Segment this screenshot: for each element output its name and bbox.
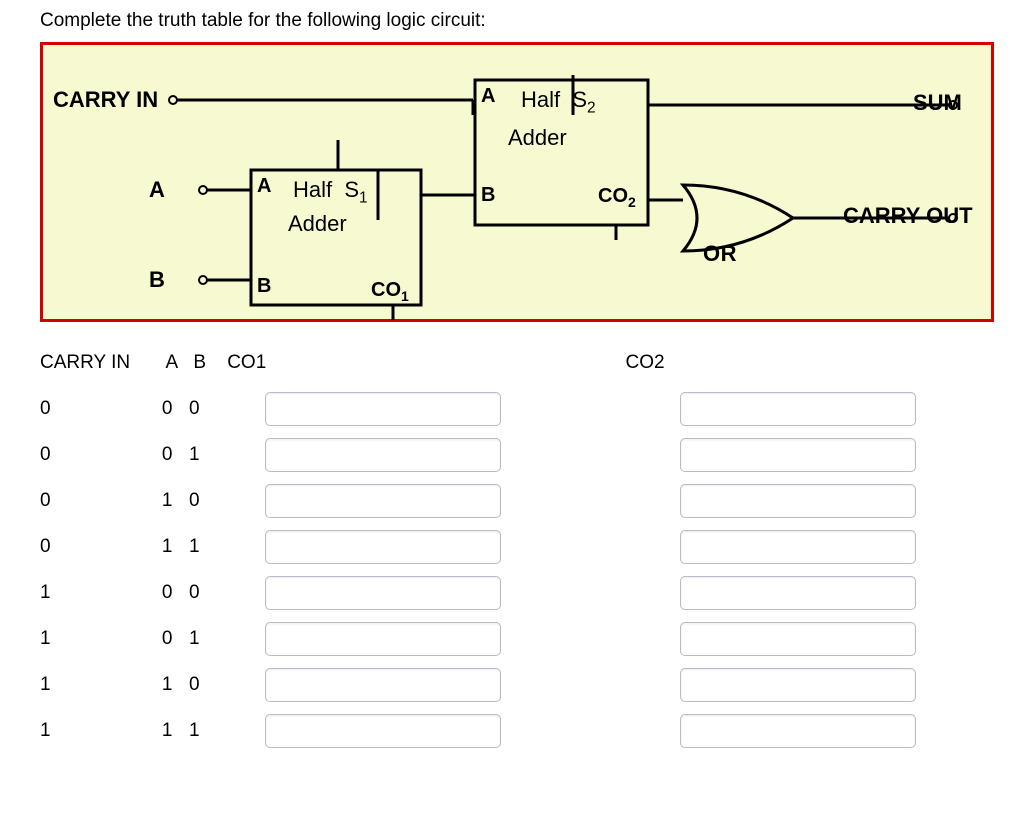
hdr-b: B [193, 352, 227, 374]
table-row: 1 0 0 [40, 570, 984, 616]
co2-input[interactable] [680, 530, 916, 564]
hdr-a: A [165, 352, 193, 374]
co1-input[interactable] [265, 622, 501, 656]
cell-cin: 0 [40, 536, 162, 558]
hdr-co2: CO2 [626, 352, 686, 374]
co2-input[interactable] [680, 714, 916, 748]
cell-cin: 0 [40, 444, 162, 466]
co1-input[interactable] [265, 530, 501, 564]
cell-b: 1 [189, 536, 222, 558]
cell-b: 1 [189, 444, 222, 466]
cell-a: 1 [162, 720, 189, 742]
co2-input[interactable] [680, 438, 916, 472]
co1-input[interactable] [265, 576, 501, 610]
cell-cin: 0 [40, 398, 162, 420]
cell-a: 0 [162, 582, 189, 604]
cell-b: 0 [189, 490, 222, 512]
table-row: 1 1 0 [40, 662, 984, 708]
cell-b: 0 [189, 674, 222, 696]
cell-a: 1 [162, 674, 189, 696]
cell-cin: 1 [40, 720, 162, 742]
co2-input[interactable] [680, 392, 916, 426]
co1-input[interactable] [265, 438, 501, 472]
co2-input[interactable] [680, 622, 916, 656]
co1-input[interactable] [265, 392, 501, 426]
cell-cin: 1 [40, 674, 162, 696]
question-prompt: Complete the truth table for the followi… [40, 10, 984, 32]
co1-input[interactable] [265, 484, 501, 518]
table-row: 0 0 0 [40, 386, 984, 432]
cell-b: 0 [189, 398, 222, 420]
co2-input[interactable] [680, 576, 916, 610]
cell-b: 1 [189, 628, 222, 650]
cell-a: 0 [162, 628, 189, 650]
cell-b: 0 [189, 582, 222, 604]
cell-a: 1 [162, 490, 189, 512]
table-row: 0 1 0 [40, 478, 984, 524]
cell-a: 0 [162, 444, 189, 466]
cell-a: 0 [162, 398, 189, 420]
truth-table: CARRY IN A B CO1 CO2 0 0 0 0 0 1 [40, 340, 984, 754]
co2-input[interactable] [680, 668, 916, 702]
co2-input[interactable] [680, 484, 916, 518]
hdr-co1: CO1 [227, 352, 272, 374]
cell-cin: 1 [40, 582, 162, 604]
cell-cin: 0 [40, 490, 162, 512]
cell-cin: 1 [40, 628, 162, 650]
table-header-row: CARRY IN A B CO1 CO2 [40, 340, 984, 386]
table-row: 0 1 1 [40, 524, 984, 570]
cell-b: 1 [189, 720, 222, 742]
co1-input[interactable] [265, 668, 501, 702]
co1-input[interactable] [265, 714, 501, 748]
table-row: 1 1 1 [40, 708, 984, 754]
table-row: 0 0 1 [40, 432, 984, 478]
hdr-carry-in: CARRY IN [40, 352, 165, 374]
table-row: 1 0 1 [40, 616, 984, 662]
cell-a: 1 [162, 536, 189, 558]
circuit-diagram: CARRY IN A B A B Half S1 Adder CO1 A B H… [40, 42, 994, 322]
